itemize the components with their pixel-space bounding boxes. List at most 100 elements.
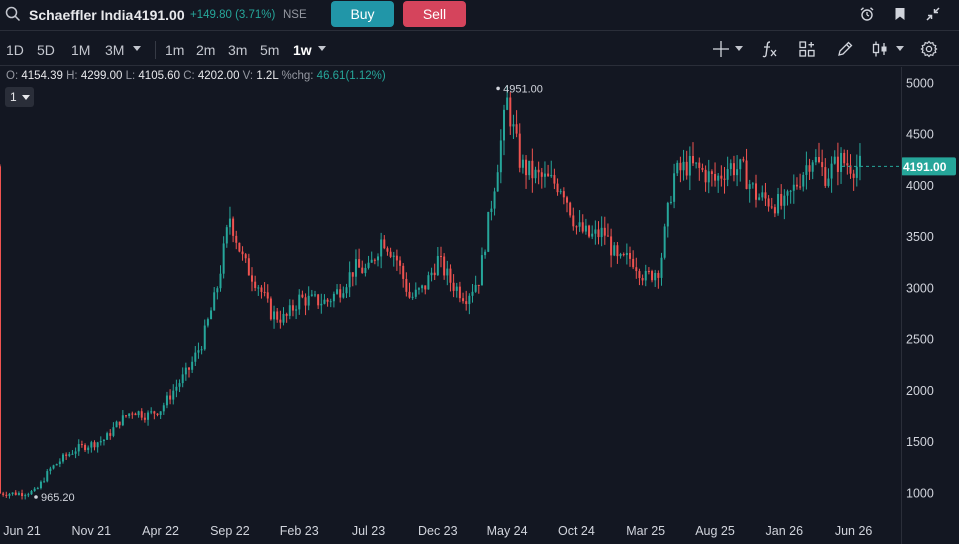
candle-body [140,411,143,418]
candle-body [846,163,849,166]
x-axis-tick-label: Sep 22 [210,524,250,538]
bookmark-icon[interactable] [892,6,908,22]
candle-body [458,286,461,299]
candle-body [147,412,150,420]
layout-select[interactable]: 1 [5,87,34,107]
x-axis-tick-label: Jun 26 [835,524,873,538]
candle-body [0,166,1,494]
candle-body [543,173,546,177]
candle-body [644,270,647,281]
interval-5m-button[interactable]: 5m [260,42,279,58]
crosshair-dropdown-caret[interactable] [735,46,743,51]
candle-body [310,294,313,296]
interval-2m-button[interactable]: 2m [196,42,215,58]
alarm-clock-icon[interactable] [859,6,875,22]
candle-body [377,256,379,261]
buy-button[interactable]: Buy [331,1,394,27]
candle-body [162,405,165,412]
x-axis-tick-label: May 24 [487,524,528,538]
candle-body [165,395,168,406]
drawing-pen-icon[interactable] [836,40,854,58]
y-axis-tick-label: 5000 [906,76,934,90]
candle-body [210,310,213,320]
candle-body [789,190,792,192]
x-axis-tick-label: Nov 21 [71,524,111,538]
candle-body [840,152,843,172]
range-3m-button[interactable]: 3M [105,42,124,58]
candle-body [414,289,417,297]
candle-body [732,163,735,176]
candle-body [106,433,109,440]
candle-body [386,248,389,252]
candle-style-icon[interactable] [871,40,889,58]
open-label: O: [6,70,19,82]
candle-body [370,259,373,263]
crosshair-icon[interactable] [712,40,730,58]
collapse-icon[interactable] [925,6,941,22]
settings-gear-icon[interactable] [920,40,938,58]
candle-body [594,229,597,234]
indicators-fx-icon[interactable] [760,40,778,58]
high-value: 4299.00 [80,70,123,82]
annotation-label: 4951.00 [503,83,543,95]
candle-body [301,294,304,298]
candle-body [39,481,42,489]
candle-body [490,208,493,212]
candle-body [77,444,80,452]
candle-body [443,256,446,276]
interval-3m-button[interactable]: 3m [228,42,247,58]
price-chart[interactable]: Jun 21 Nov 21 Apr 22 Sep 22 Feb 23 Jul 23 Dec … [0,67,959,544]
candle-body [276,311,279,320]
sell-button[interactable]: Sell [403,1,466,27]
range-1d-button[interactable]: 1D [6,42,24,58]
candle-body [131,413,134,415]
range-1m-button[interactable]: 1M [71,42,90,58]
candle-body [128,413,131,417]
candle-body [556,183,559,193]
candle-body [572,215,575,227]
candle-body [710,171,713,175]
search-icon[interactable] [5,6,21,22]
candle-body [11,492,14,494]
chart-style-dropdown-caret[interactable] [896,46,904,51]
candle-body [115,421,118,428]
low-label: L: [125,70,136,82]
interval-1m-button[interactable]: 1m [165,42,184,58]
candle-body [651,271,654,281]
candle-body [688,156,691,176]
candle-body [238,242,241,252]
symbol-name[interactable]: Schaeffler India [29,7,133,23]
candle-body [858,155,861,167]
interval-1w-button[interactable]: 1w [293,42,312,58]
candle-body [751,183,754,185]
candle-body [525,159,528,176]
range-5d-button[interactable]: 5D [37,42,55,58]
candle-body [484,251,487,256]
x-axis-tick-label: Oct 24 [558,524,595,538]
candle-body [430,272,433,276]
candle-body [24,495,27,497]
interval-dropdown-caret[interactable] [318,46,326,51]
candle-body [121,415,124,426]
candle-body [21,493,24,496]
candle-body [336,289,339,294]
candle-body [279,319,282,323]
candle-body [503,109,505,141]
candle-body [228,218,231,228]
templates-icon[interactable] [798,40,816,58]
candle-body [14,492,17,495]
candle-body [172,390,175,400]
candle-body [534,169,537,179]
candle-body [515,124,518,134]
candle-body [345,287,348,294]
candle-body [395,255,398,261]
candle-body [244,254,247,259]
candle-body [660,257,663,278]
ohlc-legend: O: 4154.39 H: 4299.00 L: 4105.60 C: 4202… [6,70,386,82]
candle-body [194,352,197,362]
candle-body [266,292,269,299]
range-dropdown-caret[interactable] [133,46,141,51]
last-price: 4191.00 [134,7,185,23]
candle-body [480,255,483,286]
candle-body [748,184,751,189]
